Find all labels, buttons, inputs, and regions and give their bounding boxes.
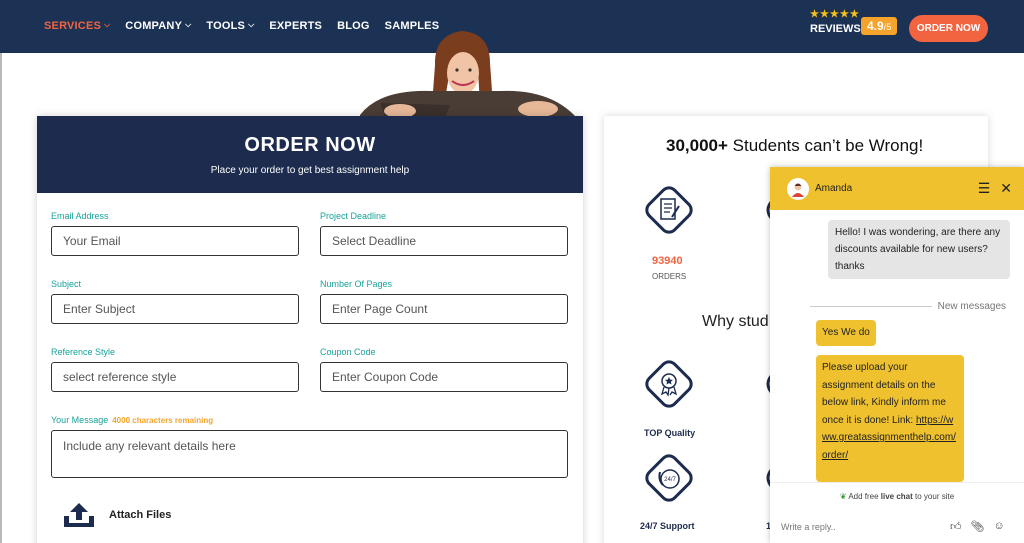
reference-style-select[interactable]: select reference style [51,362,299,392]
nav-item-label: SERVICES [44,20,102,32]
hero-person-image [360,31,576,120]
stats-title: 30,000+ Students can’t be Wrong! [666,136,923,156]
pages-label: Number Of Pages [320,279,393,289]
thumbs-up-icon[interactable]: 👍︎ [950,520,962,533]
message-label-text: Your Message [51,415,109,425]
deadline-label: Project Deadline [320,211,387,221]
emoji-icon[interactable]: ☺ [993,520,1004,533]
nav-item-label: COMPANY [125,20,183,32]
rating-badge: 4.9/5 [861,17,898,35]
support-label: 24/7 Support [640,521,695,531]
attach-files-button[interactable]: Attach Files [63,502,171,528]
menu-icon[interactable]: ☰ [978,180,991,197]
email-input[interactable]: Your Email [51,226,299,256]
close-icon[interactable]: ✕ [1000,180,1012,197]
reviews-link[interactable]: ★★★★★ REVIEWS [810,9,861,36]
nav-item-label: TOOLS [206,20,246,32]
nav-item-services[interactable]: SERVICES ⌵ [44,20,110,32]
nav-item-company[interactable]: COMPANY ⌵ [125,20,191,32]
nav-item-experts[interactable]: EXPERTS [269,20,322,32]
new-messages-divider: New messages [810,301,1006,312]
message-textarea[interactable]: Include any relevant details here [51,430,568,478]
orders-label: ORDERS [652,272,687,281]
email-field-group: Email Address Your Email [51,211,299,256]
order-form-header: ORDER NOW Place your order to get best a… [37,116,583,193]
agent-avatar-icon [792,183,804,197]
page-edge-line [0,53,2,543]
agent-message: Please upload your assignment details on… [816,355,964,482]
rating-scale: /5 [883,22,892,32]
stats-title-count: 30,000+ [666,136,728,155]
paperclip-icon[interactable]: 📎︎ [971,520,985,533]
coupon-field-group: Coupon Code Enter Coupon Code [320,347,568,392]
deadline-input[interactable]: Select Deadline [320,226,568,256]
star-rating-icon: ★★★★★ [810,9,860,20]
divider-line [810,306,932,307]
chat-branding[interactable]: ❦ Add free live chat to your site [770,482,1024,501]
livechat-leaf-icon: ❦ [839,492,847,501]
subject-field-group: Subject Enter Subject [51,279,299,324]
visitor-message: Hello! I was wondering, are there any di… [828,220,1010,279]
subject-input[interactable]: Enter Subject [51,294,299,324]
chevron-down-icon: ⌵ [248,20,255,29]
message-field-group: Your Message 4000 characters remaining In… [51,415,568,478]
reference-field-group: Reference Style select reference style [51,347,299,392]
orders-document-icon [645,186,693,234]
message-label: Your Message 4000 characters remaining [51,415,568,425]
nav-item-tools[interactable]: TOOLS ⌵ [206,20,254,32]
coupon-label: Coupon Code [320,347,376,357]
chevron-down-icon: ⌵ [185,20,192,29]
subject-label: Subject [51,279,82,289]
live-chat-widget: Amanda ☰ ✕ Hello! I was wondering, are t… [770,167,1024,543]
nav-item-label: EXPERTS [269,20,323,32]
order-form-subtitle: Place your order to get best assignment … [210,165,410,176]
characters-remaining: 4000 characters remaining [112,416,214,425]
upload-icon [64,503,94,527]
reference-label: Reference Style [51,347,116,357]
branding-text-end: to your site [912,492,955,501]
deadline-field-group: Project Deadline Select Deadline [320,211,568,256]
reviews-label: REVIEWS [810,23,861,35]
attach-files-label: Attach Files [109,509,172,521]
chat-actions: 👍︎ 📎︎ ☺ [950,520,1005,533]
order-form-title: ORDER NOW [244,134,376,156]
agent-avatar [787,177,809,200]
svg-text:24/7: 24/7 [664,477,676,483]
chevron-down-icon: ⌵ [104,20,111,29]
page-count-input[interactable]: Enter Page Count [320,294,568,324]
agent-message: Yes We do [816,320,876,346]
support-24-7-icon: 24/7 [645,454,693,502]
branding-bold: live chat [880,492,913,501]
branding-text: Add free [848,492,881,501]
order-now-button[interactable]: ORDER NOW [909,15,988,42]
agent-name: Amanda [815,183,853,194]
chat-header: Amanda ☰ ✕ [770,167,1024,210]
top-quality-label: TOP Quality [644,428,696,438]
rating-value: 4.9 [867,19,884,33]
top-quality-icon [645,360,693,408]
pages-field-group: Number Of Pages Enter Page Count [320,279,568,324]
new-messages-label: New messages [937,301,1006,312]
why-choose-title: Why stud [702,313,769,330]
email-label: Email Address [51,211,109,221]
coupon-input[interactable]: Enter Coupon Code [320,362,568,392]
orders-count: 93940 [652,255,683,267]
stats-title-text: Students can’t be Wrong! [727,136,924,155]
order-form-card: ORDER NOW Place your order to get best a… [37,116,583,543]
reply-input[interactable]: Write a reply.. [781,522,836,532]
